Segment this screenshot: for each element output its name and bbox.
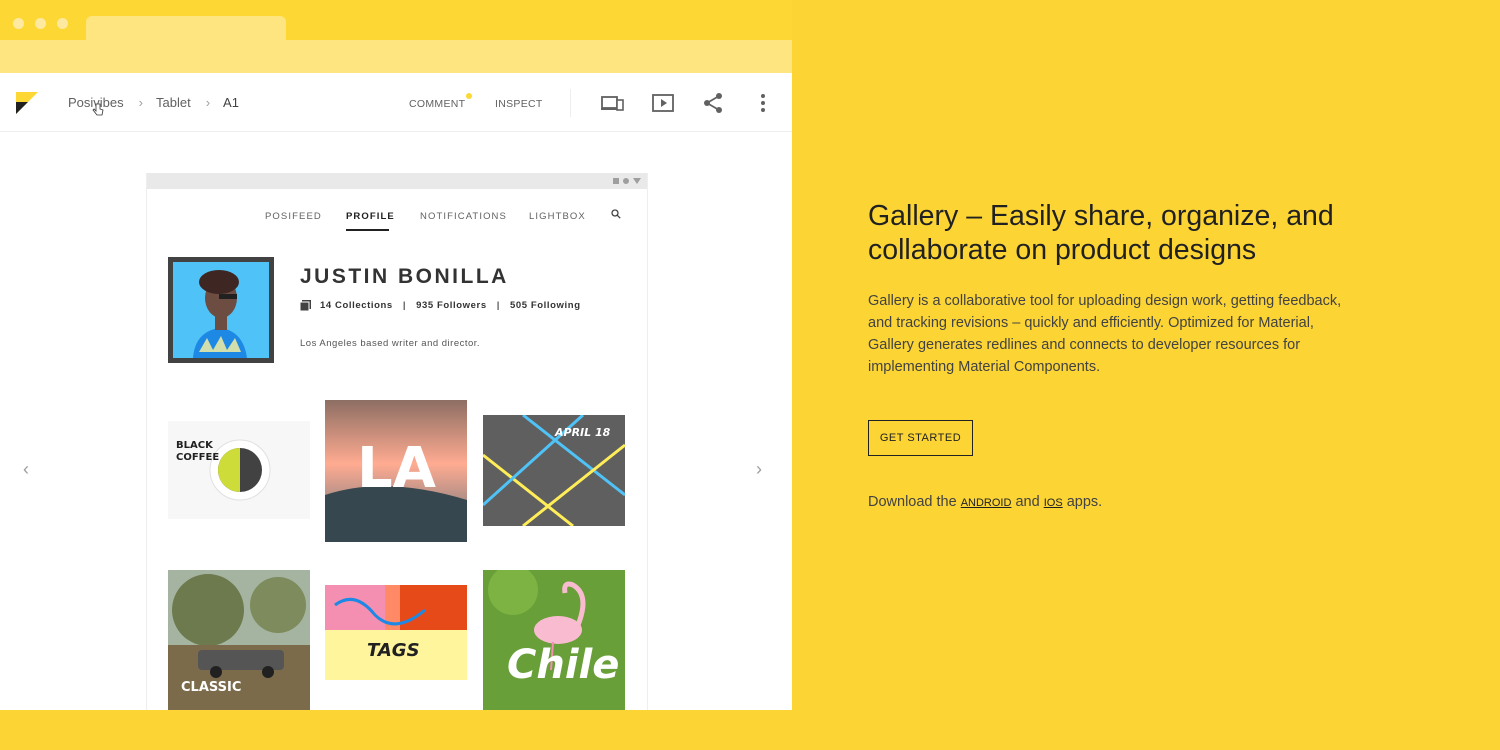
preview-nav-notifications[interactable]: NOTIFICATIONS	[420, 211, 507, 222]
comment-notification-dot	[466, 93, 472, 99]
following-count[interactable]: 505 Following	[510, 300, 581, 311]
toolbar-divider	[570, 89, 571, 117]
present-icon[interactable]	[651, 92, 675, 114]
chile-tile-label: Chile	[507, 642, 620, 688]
gallery-app: Posivibes › Tablet › A1 COMMENT INSPECT	[0, 73, 792, 710]
preview-window-controls	[613, 178, 641, 184]
active-tab-underline	[346, 229, 389, 231]
devices-icon[interactable]	[600, 92, 624, 114]
design-preview: POSIFEED PROFILE NOTIFICATIONS LIGHTBOX	[146, 173, 648, 710]
followers-count[interactable]: 935 Followers	[416, 300, 487, 311]
gallery-tile-coffee[interactable]: BLACK COFFEE	[168, 421, 310, 519]
gallery-tile-april[interactable]: APRIL 18	[483, 415, 625, 526]
classic-tile-label: CLASSIC	[181, 680, 242, 695]
flamingo-image	[483, 570, 625, 710]
hand-cursor-icon	[92, 103, 104, 116]
gallery-tile-tags[interactable]: TAGS	[325, 585, 467, 680]
triangle-icon	[633, 178, 641, 184]
get-started-button[interactable]: GET STARTED	[868, 420, 973, 456]
preview-nav-profile[interactable]: PROFILE	[346, 211, 395, 222]
browser-tabstrip	[0, 40, 792, 73]
browser-titlebar	[0, 0, 792, 46]
stats-separator: |	[496, 300, 500, 311]
tags-tile-label: TAGS	[367, 640, 420, 661]
next-arrow-icon[interactable]: ›	[756, 459, 762, 480]
preview-window-bar	[147, 173, 647, 189]
ios-link[interactable]: IOS	[1044, 497, 1063, 509]
android-link[interactable]: ANDROID	[961, 497, 1012, 509]
preview-nav-posifeed[interactable]: POSIFEED	[265, 211, 322, 222]
gallery-tile-chile[interactable]: Chile	[483, 570, 625, 710]
breadcrumb-item-current: A1	[223, 95, 239, 110]
chevron-right-icon: ›	[138, 95, 143, 110]
circle-icon	[623, 178, 629, 184]
minimize-dot-icon[interactable]	[35, 18, 46, 29]
hero-description: Gallery is a collaborative tool for uplo…	[868, 293, 1342, 375]
square-icon	[613, 178, 619, 184]
avatar-photo	[173, 262, 269, 358]
graffiti-image	[325, 585, 467, 680]
profile-bio: Los Angeles based writer and director.	[300, 338, 481, 349]
download-and: and	[1015, 494, 1040, 510]
profile-stats: 14 Collections | 935 Followers | 505 Fol…	[300, 300, 581, 311]
hero-title: Gallery – Easily share, organize, and co…	[868, 200, 1334, 266]
share-icon[interactable]	[701, 92, 725, 114]
gallery-tile-classic[interactable]: CLASSIC	[168, 570, 310, 710]
previous-arrow-icon[interactable]: ‹	[23, 459, 29, 480]
more-vert-icon[interactable]	[751, 92, 775, 114]
search-icon[interactable]	[611, 209, 621, 219]
profile-name: JUSTIN BONILLA	[300, 265, 509, 288]
maximize-dot-icon[interactable]	[57, 18, 68, 29]
app-bar: Posivibes › Tablet › A1 COMMENT INSPECT	[0, 73, 792, 132]
inspect-tab[interactable]: INSPECT	[495, 98, 543, 110]
avatar	[168, 257, 274, 363]
collections-icon	[300, 300, 311, 311]
la-tile-label: LA	[357, 436, 437, 501]
stats-separator: |	[402, 300, 407, 311]
coffee-tile-label: BLACK COFFEE	[176, 440, 220, 463]
download-prefix: Download the	[868, 494, 957, 510]
chevron-right-icon: ›	[205, 95, 211, 110]
browser-window: Posivibes › Tablet › A1 COMMENT INSPECT	[0, 0, 792, 710]
close-dot-icon[interactable]	[13, 18, 24, 29]
coffee-image	[168, 421, 310, 519]
preview-nav-lightbox[interactable]: LIGHTBOX	[529, 211, 586, 222]
april-tile-label: APRIL 18	[555, 426, 611, 439]
window-controls	[13, 18, 68, 29]
gallery-tile-la[interactable]: LA	[325, 400, 467, 542]
portrait-image	[173, 262, 269, 358]
gallery-logo-icon[interactable]	[16, 92, 38, 114]
download-suffix: apps.	[1066, 494, 1103, 510]
comment-tab[interactable]: COMMENT	[409, 98, 465, 110]
collections-count[interactable]: 14 Collections	[320, 300, 393, 311]
breadcrumb-item-collection[interactable]: Tablet	[156, 95, 191, 110]
download-line: Download the ANDROID and IOS apps.	[868, 494, 1102, 510]
